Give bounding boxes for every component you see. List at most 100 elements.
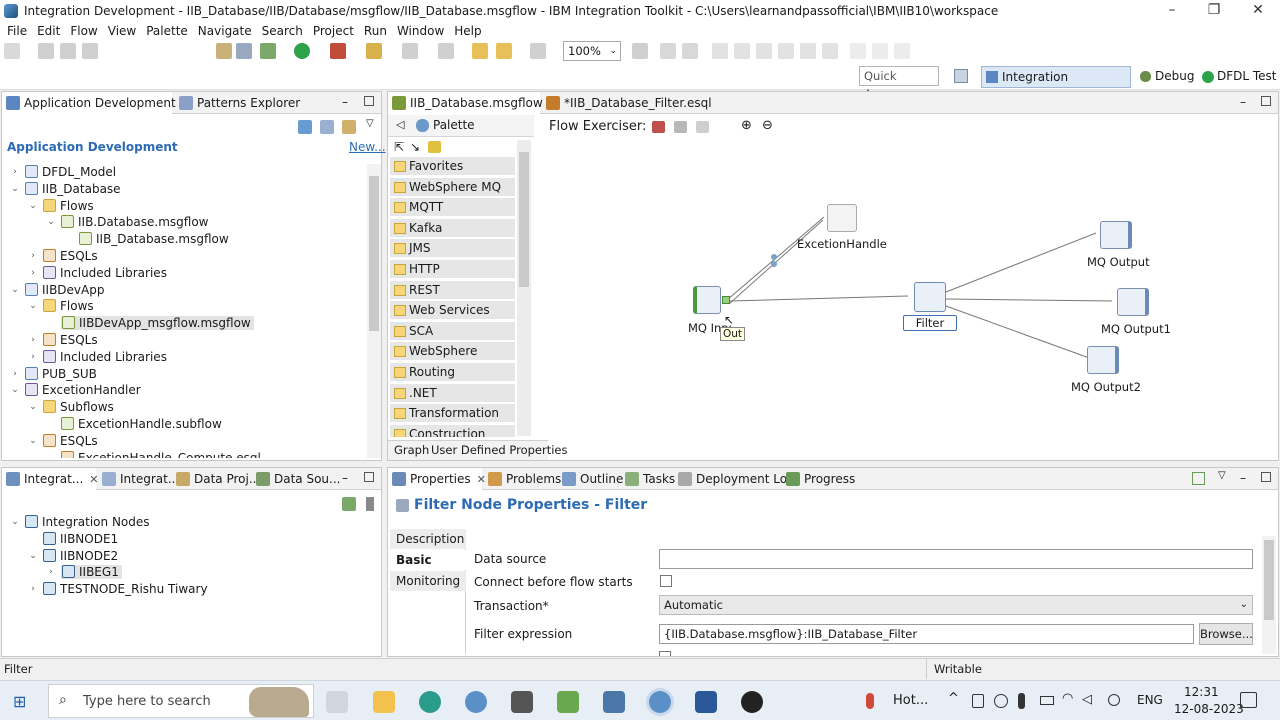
tab-data-project[interactable]: Data Proj...	[172, 468, 260, 490]
chevron-right-icon[interactable]: ›	[28, 349, 38, 366]
tree-row[interactable]: ⌄ Flows	[28, 198, 94, 215]
chevron-right-icon[interactable]: ›	[28, 581, 38, 598]
properties-scrollbar[interactable]	[1262, 536, 1276, 654]
palette-item-dotnet[interactable]: .NET	[390, 384, 515, 403]
tree-row[interactable]: ExcetionHandle_Compute.esql	[46, 450, 261, 458]
open-perspective-icon[interactable]	[954, 69, 968, 83]
connection-filter-output2[interactable]	[945, 305, 1093, 360]
scrollbar-thumb[interactable]	[1264, 540, 1274, 620]
tree-item[interactable]: TESTNODE_Rishu Tiwary	[43, 582, 208, 596]
tree-row[interactable]: ⌄ ExcetionHandler	[10, 382, 141, 399]
perspective-debug[interactable]: Debug	[1137, 66, 1195, 88]
word-icon[interactable]	[695, 691, 717, 713]
align-top-icon[interactable]	[778, 43, 794, 59]
clock-time[interactable]: 12:31	[1184, 685, 1219, 699]
minimize-button[interactable]: –	[1150, 0, 1194, 22]
volume-icon[interactable]: ◁	[1082, 692, 1092, 707]
quick-access-input[interactable]: Quick Access	[859, 66, 939, 101]
input-language[interactable]: ENG	[1137, 693, 1163, 707]
save-all-icon[interactable]	[60, 43, 76, 59]
tab-msgflow[interactable]: IIB_Database.msgflow✕	[388, 92, 558, 114]
tree-item[interactable]: Flows	[43, 198, 94, 213]
clock-date[interactable]: 12-08-2023	[1174, 702, 1244, 716]
tray-sync-icon[interactable]	[994, 694, 1008, 708]
palette-item-construction[interactable]: Construction	[390, 425, 515, 438]
palette-item-sca[interactable]: SCA	[390, 322, 515, 341]
restore-button[interactable]: ❐	[1192, 0, 1236, 22]
palette-item-http[interactable]: HTTP	[390, 260, 515, 279]
tree-item[interactable]: IIBEG1	[61, 565, 122, 580]
perspective-integration-development[interactable]: Integration Development	[981, 66, 1131, 104]
close-button[interactable]: ✕	[1236, 0, 1280, 22]
excetion-handle-node[interactable]	[827, 204, 857, 232]
minimize-view-icon[interactable]: –	[342, 471, 348, 485]
tree-item[interactable]: IIBNODE2	[43, 548, 118, 563]
tray-app-icon[interactable]	[972, 694, 984, 708]
minimize-view-icon[interactable]: –	[1240, 471, 1246, 485]
tree-row[interactable]: › ESQLs	[28, 248, 98, 265]
view-path-icon[interactable]	[696, 121, 709, 133]
save-icon[interactable]	[38, 43, 54, 59]
chevron-right-icon[interactable]: ›	[28, 248, 38, 265]
note-tool-icon[interactable]	[428, 141, 441, 153]
collapse-all-icon[interactable]	[320, 120, 334, 134]
tree-item[interactable]: IIBDevApp	[25, 282, 104, 297]
tree-row[interactable]: › IIBEG1	[46, 564, 122, 581]
menu-palette[interactable]: Palette	[141, 24, 193, 38]
new-icon[interactable]	[4, 43, 20, 59]
sync-icon[interactable]	[298, 120, 312, 134]
out-terminal[interactable]	[722, 296, 730, 304]
tab-application-development[interactable]: Application Development✕	[2, 92, 191, 114]
section-monitoring[interactable]: Monitoring	[390, 571, 466, 591]
tree-item[interactable]: ESQLs	[43, 433, 98, 448]
chevron-down-icon[interactable]: ⌄	[10, 282, 20, 299]
print-icon[interactable]	[82, 43, 98, 59]
taskbar-search-box[interactable]: ⌕ Type here to search	[48, 684, 314, 718]
file-explorer-icon[interactable]	[373, 691, 395, 713]
mq-output2-node[interactable]	[1087, 346, 1119, 374]
undo-icon[interactable]	[496, 43, 512, 59]
battery-icon[interactable]	[1040, 696, 1054, 705]
menu-edit[interactable]: Edit	[32, 24, 65, 38]
connect-tool-icon[interactable]: ↘	[410, 140, 420, 154]
align-left-icon[interactable]	[712, 43, 728, 59]
menu-run[interactable]: Run	[359, 24, 392, 38]
align-icon[interactable]	[402, 43, 418, 59]
edge-icon[interactable]	[419, 691, 441, 713]
tree-row[interactable]: ⌄ Flows	[28, 298, 94, 315]
connection-mqinput-filter[interactable]	[729, 295, 909, 302]
mq-output1-node[interactable]	[1117, 288, 1149, 316]
chevron-down-icon[interactable]: ⌄	[10, 382, 20, 399]
menu-navigate[interactable]: Navigate	[193, 24, 257, 38]
tree-row[interactable]: ⌄ Subflows	[28, 399, 114, 416]
terminal-icon[interactable]	[511, 691, 533, 713]
tree-item[interactable]: IIBDevApp_msgflow.msgflow	[61, 316, 254, 331]
tree-item[interactable]: PUB_SUB	[25, 366, 97, 381]
tab-properties[interactable]: Properties ✕	[388, 468, 486, 490]
tree-item[interactable]: IIBNODE1	[43, 531, 118, 546]
view-menu-icon[interactable]	[366, 497, 374, 511]
view-menu-icon[interactable]: ▽	[1218, 470, 1226, 481]
chevron-down-icon[interactable]: ⌄	[46, 214, 56, 231]
filter-node[interactable]	[914, 282, 946, 312]
tree-row[interactable]: ⌄ IIBNODE2	[28, 548, 118, 565]
tree-item[interactable]: Included Libraries	[43, 349, 167, 364]
tree-item[interactable]: ExcetionHandle_Compute.esql	[61, 450, 261, 458]
tab-progress[interactable]: Progress	[782, 468, 855, 490]
pin-view-icon[interactable]	[1192, 472, 1205, 485]
chevron-down-icon[interactable]: ⌄	[28, 399, 38, 416]
palette-item-websphere-adapters[interactable]: WebSphere Adapters	[390, 342, 515, 377]
palette-scrollbar[interactable]	[517, 140, 531, 436]
zoom-in-icon[interactable]: ⊕	[741, 118, 752, 133]
weather-text[interactable]: Hot...	[893, 693, 928, 708]
chevron-down-icon[interactable]: ⌄	[28, 298, 38, 315]
tree-item[interactable]: IIB_Database.msgflow	[79, 232, 229, 246]
tree-row[interactable]: IIB_Database.msgflow	[64, 231, 229, 248]
tree-row[interactable]: IIBDevApp_msgflow.msgflow	[46, 315, 254, 332]
connect-icon[interactable]	[342, 497, 356, 511]
back-icon[interactable]	[472, 43, 488, 59]
browser-icon[interactable]	[465, 691, 487, 713]
tree-row[interactable]: › PUB_SUB	[10, 366, 97, 383]
menu-help[interactable]: Help	[449, 24, 486, 38]
chevron-right-icon[interactable]: ›	[10, 366, 20, 383]
